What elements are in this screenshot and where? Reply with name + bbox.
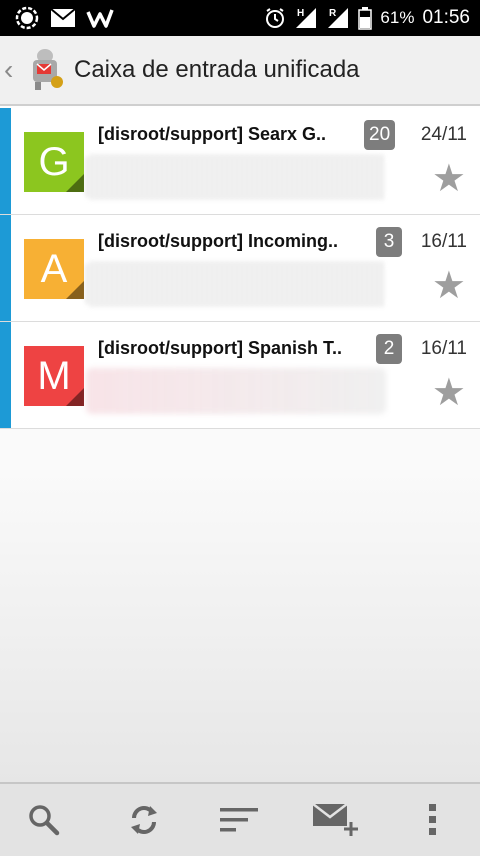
avatar-letter: A: [40, 247, 68, 291]
battery-icon: [358, 7, 373, 30]
message-row[interactable]: A [disroot/support] Incoming.. 3 16/11 ★: [0, 215, 480, 322]
thread-count-badge: 20: [364, 120, 396, 150]
chevron-left-icon[interactable]: ‹: [4, 54, 13, 86]
message-list: G [disroot/support] Searx G.. 20 24/11 ★…: [0, 108, 480, 429]
thread-count-badge: 3: [376, 227, 402, 257]
unread-indicator: [0, 322, 11, 428]
avatar-corner: [66, 174, 84, 192]
message-date: 24/11: [420, 124, 467, 145]
avatar[interactable]: M: [24, 346, 84, 406]
action-bar: ‹ Caixa de entrada unificada: [0, 36, 480, 106]
clock: 01:56: [422, 7, 470, 28]
page-title: Caixa de entrada unificada: [74, 56, 360, 83]
star-icon[interactable]: ★: [432, 374, 466, 412]
signal-h-icon: H: [296, 8, 317, 28]
message-date: 16/11: [420, 231, 467, 252]
message-row[interactable]: G [disroot/support] Searx G.. 20 24/11 ★: [0, 108, 480, 215]
sort-icon: [220, 808, 258, 832]
overflow-menu-icon: [429, 804, 436, 835]
svg-text:R: R: [329, 8, 337, 19]
avatar-corner: [66, 281, 84, 299]
avatar-letter: G: [38, 140, 70, 184]
message-subject: [disroot/support] Searx G..: [98, 124, 327, 144]
avatar-corner: [66, 388, 84, 406]
alarm-icon: [266, 8, 285, 28]
star-icon[interactable]: ★: [432, 160, 466, 198]
refresh-icon: [131, 806, 157, 834]
compose-icon: [312, 803, 358, 836]
mail-icon: [50, 8, 76, 27]
signal-messenger-icon: [15, 6, 39, 30]
status-bar: H R 61% 01:56: [0, 0, 480, 36]
sort-button[interactable]: [220, 800, 260, 840]
message-subject: [disroot/support] Spanish T..: [98, 338, 342, 358]
message-subject: [disroot/support] Incoming..: [98, 231, 338, 251]
search-button[interactable]: [24, 800, 64, 840]
overflow-menu-button[interactable]: [412, 800, 452, 840]
avatar[interactable]: A: [24, 239, 84, 299]
battery-percent: 61%: [380, 8, 415, 27]
unread-indicator: [0, 108, 11, 214]
unread-indicator: [0, 215, 11, 321]
w-app-icon: [86, 9, 114, 28]
bottom-toolbar: [0, 782, 480, 856]
message-date: 16/11: [420, 338, 467, 359]
message-row[interactable]: M [disroot/support] Spanish T.. 2 16/11 …: [0, 322, 480, 429]
message-preview-blurred: [86, 261, 386, 307]
svg-text:H: H: [297, 8, 304, 19]
message-preview-blurred: [86, 368, 386, 414]
compose-button[interactable]: [312, 800, 362, 840]
refresh-button[interactable]: [124, 800, 164, 840]
signal-r-icon: R: [328, 8, 349, 28]
k9-mail-icon[interactable]: [26, 48, 64, 92]
thread-count-badge: 2: [376, 334, 402, 364]
message-preview-blurred: [86, 154, 386, 200]
search-icon: [29, 805, 60, 836]
avatar[interactable]: G: [24, 132, 84, 192]
star-icon[interactable]: ★: [432, 267, 466, 305]
